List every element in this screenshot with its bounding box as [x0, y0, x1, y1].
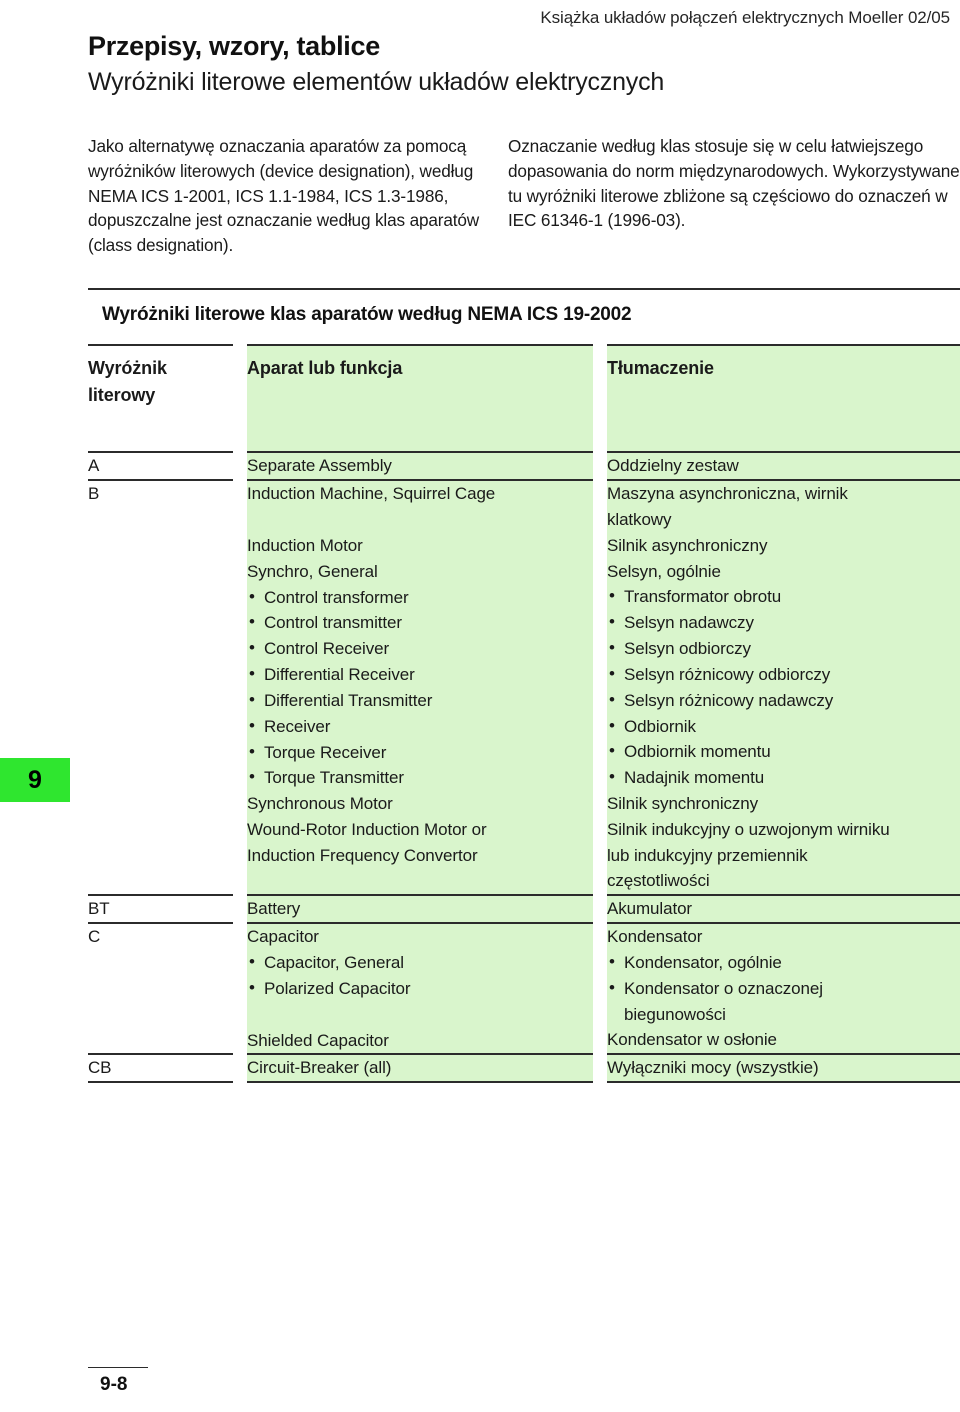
bullet-item: Torque Transmitter: [247, 764, 593, 791]
page-title: Przepisy, wzory, tablice: [88, 31, 380, 61]
cell-translation: Maszyna asynchroniczna, wirnik klatkowy Si…: [593, 481, 960, 896]
page-number: 9-8: [100, 1374, 128, 1395]
bullet-item: Differential Receiver: [247, 661, 593, 688]
bullet-item: Capacitor, General: [247, 949, 593, 976]
bullet-list: Kondensator, ogólnieKondensator o oznacz…: [607, 949, 960, 1028]
column-header-line1: Wyróżnik: [88, 357, 167, 378]
cell-device-function: Battery: [233, 896, 600, 924]
column-header-translation: Tłumaczenie: [593, 345, 960, 453]
cell-letter-code: B: [88, 481, 240, 896]
cell-device-function: Separate Assembly: [233, 453, 600, 481]
cell-letter-code: BT: [88, 896, 240, 924]
cell-translation: Wyłączniki mocy (wszystkie): [593, 1055, 960, 1083]
cell-letter-code: A: [88, 453, 240, 481]
bullet-list: Capacitor, GeneralPolarized Capacitor: [247, 949, 593, 1002]
table-body: Wyróżnik literowy Aparat lub funkcja Tłumac…: [88, 343, 960, 1085]
cell-line: Circuit-Breaker (all): [247, 1058, 392, 1078]
cell-device-function: CapacitorCapacitor, GeneralPolarized Cap…: [233, 924, 600, 1055]
cell-line: Synchro, General: [247, 561, 378, 581]
cell-line: Wyłączniki mocy (wszystkie): [607, 1058, 819, 1078]
title-block: Przepisy, wzory, tablice Wyróżniki liter…: [88, 31, 665, 98]
table-row: CB Circuit-Breaker (all) Wyłączniki mocy (…: [88, 1055, 960, 1083]
bullet-item: Kondensator o oznaczonejbiegunowości: [607, 975, 960, 1028]
cell-line: lub indukcyjny przemiennik: [607, 845, 808, 865]
table-row: CCapacitorCapacitor, GeneralPolarized Ca…: [88, 924, 960, 1055]
cell-line: Kondensator: [607, 927, 703, 947]
column-header-letter-code: Wyróżnik literowy: [88, 345, 240, 453]
cell-line: Akumulator: [607, 899, 692, 919]
bullet-item: Control transformer: [247, 584, 593, 611]
cell-line: Selsyn, ogólnie: [607, 561, 721, 581]
cell-line: Capacitor: [247, 927, 319, 947]
cell-line: Maszyna asynchroniczna, wirnik: [607, 484, 848, 504]
bullet-item: Receiver: [247, 713, 593, 740]
cell-translation: Akumulator: [593, 896, 960, 924]
bullet-item: Control Receiver: [247, 635, 593, 662]
table-section-title: Wyróżniki literowe klas aparatów według …: [102, 303, 632, 325]
cell-letter-code: CB: [88, 1055, 240, 1083]
footer: 9-8: [88, 1366, 208, 1397]
bullet-item: Torque Receiver: [247, 739, 593, 766]
bullet-item: Control transmitter: [247, 609, 593, 636]
cell-line: Kondensator w osłonie: [607, 1030, 777, 1050]
intro-text-left: Jako alternatywę oznaczania aparatów za …: [88, 136, 480, 256]
cell-letter-code: C: [88, 924, 240, 1055]
cell-device-function: Induction Machine, Squirrel Cage Inductio…: [233, 481, 600, 896]
chapter-index-tab: 9: [0, 758, 70, 802]
bullet-item: Selsyn różnicowy nadawczy: [607, 687, 960, 714]
cell-translation: Oddzielny zestaw: [593, 453, 960, 481]
cell-translation: KondensatorKondensator, ogólnieKondensat…: [593, 924, 960, 1055]
cell-line: częstotliwości: [607, 871, 710, 891]
column-header-device: Aparat lub funkcja: [233, 345, 600, 453]
bullet-item: Selsyn odbiorczy: [607, 635, 960, 662]
cell-line: Silnik asynchroniczny: [607, 535, 768, 555]
letter-code-table: Wyróżnik literowy Aparat lub funkcja Tłumac…: [88, 343, 960, 1085]
bullet-item: Nadajnik momentu: [607, 764, 960, 791]
cell-line: Silnik indukcyjny o uzwojonym wirniku: [607, 819, 890, 839]
cell-line: Shielded Capacitor: [247, 1030, 389, 1050]
cell-line: Induction Machine, Squirrel Cage: [247, 484, 496, 504]
bullet-list: Transformator obrotuSelsyn nadawczySelsy…: [607, 583, 960, 791]
bullet-item: Differential Transmitter: [247, 687, 593, 714]
intro-column-left: Jako alternatywę oznaczania aparatów za …: [88, 134, 508, 258]
page-subtitle: Wyróżniki literowe elementów układów ele…: [88, 67, 665, 96]
intro-text-right: Oznaczanie według klas stosuje się w cel…: [508, 136, 960, 231]
cell-line: Oddzielny zestaw: [607, 456, 739, 476]
bullet-item: Kondensator, ogólnie: [607, 949, 960, 976]
bullet-list: Control transformerControl transmitterCo…: [247, 584, 593, 792]
cell-line: Induction Motor: [247, 535, 363, 555]
table-row-divider: [88, 1081, 960, 1085]
table-header-row: Wyróżnik literowy Aparat lub funkcja Tłumac…: [88, 345, 960, 453]
bullet-item: Selsyn różnicowy odbiorczy: [607, 661, 960, 688]
table-block: Wyróżniki literowe klas aparatów według …: [88, 288, 960, 1085]
cell-line: Battery: [247, 899, 301, 919]
cell-line: Wound-Rotor Induction Motor or: [247, 819, 487, 839]
cell-line: Separate Assembly: [247, 456, 392, 476]
cell-line: klatkowy: [607, 509, 672, 529]
cell-line: Synchronous Motor: [247, 794, 393, 814]
running-head: Książka układów połączeń elektrycznych M…: [540, 8, 950, 27]
column-header-line2: literowy: [88, 384, 156, 405]
table-row: B Induction Machine, Squirrel Cage Inducti…: [88, 481, 960, 896]
bullet-item: Selsyn nadawczy: [607, 609, 960, 636]
cell-device-function: Circuit-Breaker (all): [233, 1055, 600, 1083]
table-row: BT Battery Akumulator: [88, 896, 960, 924]
bullet-item: Polarized Capacitor: [247, 975, 593, 1002]
bullet-item: Odbiornik: [607, 713, 960, 740]
intro-column-right: Oznaczanie według klas stosuje się w cel…: [508, 134, 960, 258]
cell-line: Induction Frequency Convertor: [247, 845, 478, 865]
intro-columns: Jako alternatywę oznaczania aparatów za …: [88, 134, 960, 258]
table-row: A Separate Assembly Oddzielny zestaw: [88, 453, 960, 481]
cell-line: Silnik synchroniczny: [607, 793, 759, 813]
bullet-item: Odbiornik momentu: [607, 738, 960, 765]
bullet-item: Transformator obrotu: [607, 583, 960, 610]
